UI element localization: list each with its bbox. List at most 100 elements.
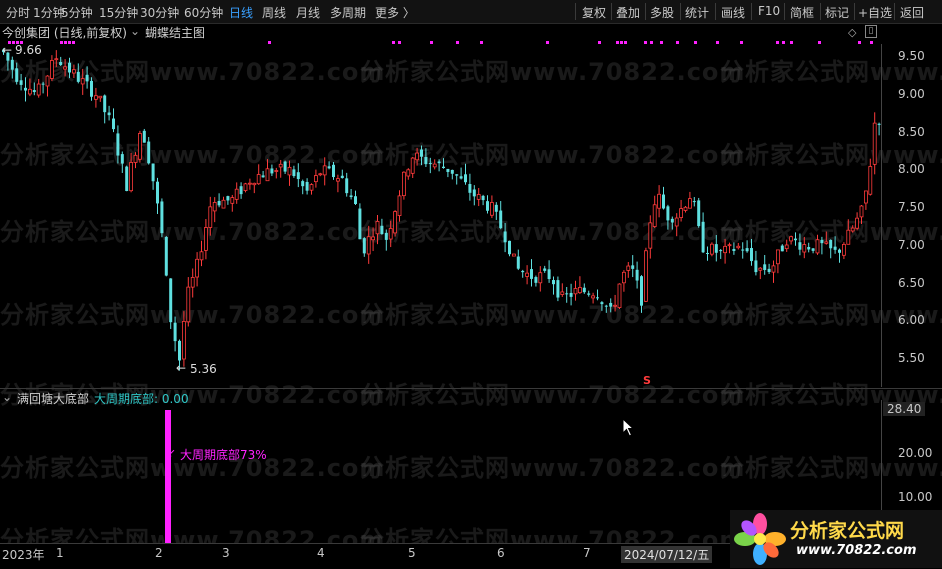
panel-toggle-icon[interactable]: ▯	[865, 25, 877, 38]
restore-rights-button[interactable]: 复权	[582, 4, 606, 21]
tab-5min[interactable]: 5分钟	[61, 4, 93, 21]
candle-body	[388, 228, 393, 240]
sub-axis-label: 20.00	[898, 446, 933, 460]
candle-body	[859, 205, 864, 218]
candle-body	[234, 188, 239, 200]
candlestick-chart[interactable]	[0, 38, 881, 388]
signal-dot	[620, 41, 623, 44]
pane-divider[interactable]	[0, 388, 942, 389]
candle-body	[692, 201, 696, 203]
candle-body	[278, 163, 283, 168]
candle-body	[525, 272, 529, 277]
candle-body	[864, 190, 868, 204]
candle-body	[727, 244, 732, 247]
mark-button[interactable]: 标记	[825, 4, 849, 21]
overlay-button[interactable]: 叠加	[616, 4, 640, 21]
toolbar-separator	[894, 3, 895, 20]
tab-fenshi[interactable]: 分时	[6, 4, 30, 21]
signal-dot	[650, 41, 653, 44]
signal-dot	[676, 41, 679, 44]
date-label: 2023年	[2, 548, 45, 562]
toolbar-separator	[715, 3, 716, 20]
bottom-signal-label: 大周期底部73%	[180, 448, 267, 462]
candle-body	[833, 246, 837, 250]
signal-dot	[430, 41, 433, 44]
candle-body	[296, 172, 300, 180]
candle-body	[212, 202, 217, 212]
candle-body	[393, 211, 398, 234]
add-favorite-button[interactable]: +自选	[858, 4, 892, 21]
candle-body	[732, 249, 736, 251]
candle-body	[142, 130, 146, 143]
chevron-down-icon[interactable]: ⌄	[130, 24, 140, 38]
candle-body	[90, 80, 93, 97]
tab-weekly[interactable]: 周线	[262, 4, 286, 21]
tab-60min[interactable]: 60分钟	[184, 4, 223, 21]
candle-body	[160, 201, 164, 234]
draw-button[interactable]: 画线	[721, 4, 745, 21]
low-price-marker: ←	[176, 361, 187, 375]
candle-body	[401, 171, 406, 197]
tab-more[interactable]: 更多 〉	[375, 4, 415, 21]
candle-body	[226, 196, 230, 201]
signal-dot	[480, 41, 483, 44]
candle-body	[358, 208, 362, 240]
candle-body	[63, 66, 67, 70]
multi-stock-button[interactable]: 多股	[650, 4, 674, 21]
signal-dot	[740, 41, 743, 44]
tab-daily[interactable]: 日线	[229, 4, 253, 21]
signal-dot	[790, 41, 793, 44]
candle-body	[432, 163, 437, 168]
candle-body	[354, 196, 357, 204]
chevron-down-icon[interactable]: ⌄	[2, 390, 12, 404]
sub-indicator-title[interactable]: 满回塘大底部	[17, 390, 89, 407]
tab-monthly[interactable]: 月线	[296, 4, 320, 21]
candle-body	[345, 178, 349, 194]
toolbar-separator	[645, 3, 646, 20]
candle-body	[508, 240, 511, 255]
candle-body	[798, 242, 802, 250]
candle-body	[116, 133, 120, 156]
simple-frame-button[interactable]: 简框	[790, 4, 814, 21]
signal-s-marker: S	[643, 374, 651, 387]
candle-body	[41, 83, 45, 85]
candle-body	[745, 248, 749, 252]
candle-body	[318, 173, 323, 176]
tab-15min[interactable]: 15分钟	[99, 4, 138, 21]
candle-body	[794, 238, 797, 241]
candle-body	[635, 269, 639, 281]
candle-body	[384, 232, 388, 240]
candle-body	[313, 175, 318, 183]
candle-body	[32, 90, 36, 93]
f10-button[interactable]: F10	[758, 4, 780, 18]
date-label: 2	[155, 546, 163, 560]
candle-body	[129, 162, 134, 192]
candle-body	[292, 169, 296, 177]
date-label: 7	[583, 546, 591, 560]
candle-body	[719, 250, 723, 252]
candle-body	[85, 74, 89, 82]
back-button[interactable]: 返回	[900, 4, 924, 21]
candle-body	[609, 302, 613, 307]
stats-button[interactable]: 统计	[685, 4, 709, 21]
candle-body	[604, 305, 608, 307]
candle-body	[674, 217, 679, 227]
candle-body	[112, 118, 115, 130]
high-price-marker: ←	[2, 43, 13, 57]
price-tick-label: 9.00	[898, 87, 925, 101]
signal-dot	[818, 41, 821, 44]
candle-body	[815, 239, 820, 254]
candle-body	[54, 58, 59, 61]
candle-body	[582, 287, 586, 293]
tab-30min[interactable]: 30分钟	[140, 4, 179, 21]
tab-1min[interactable]: 1分钟	[33, 4, 65, 21]
bottom-signal-arrow: ↙	[166, 446, 177, 460]
tab-multi-period[interactable]: 多周期	[330, 4, 366, 21]
candle-body	[169, 278, 173, 323]
candle-body	[45, 75, 50, 87]
candle-body	[420, 149, 423, 157]
candle-body	[723, 245, 727, 254]
candle-body	[600, 302, 604, 305]
candle-body	[472, 189, 476, 197]
date-label: 1	[56, 546, 64, 560]
